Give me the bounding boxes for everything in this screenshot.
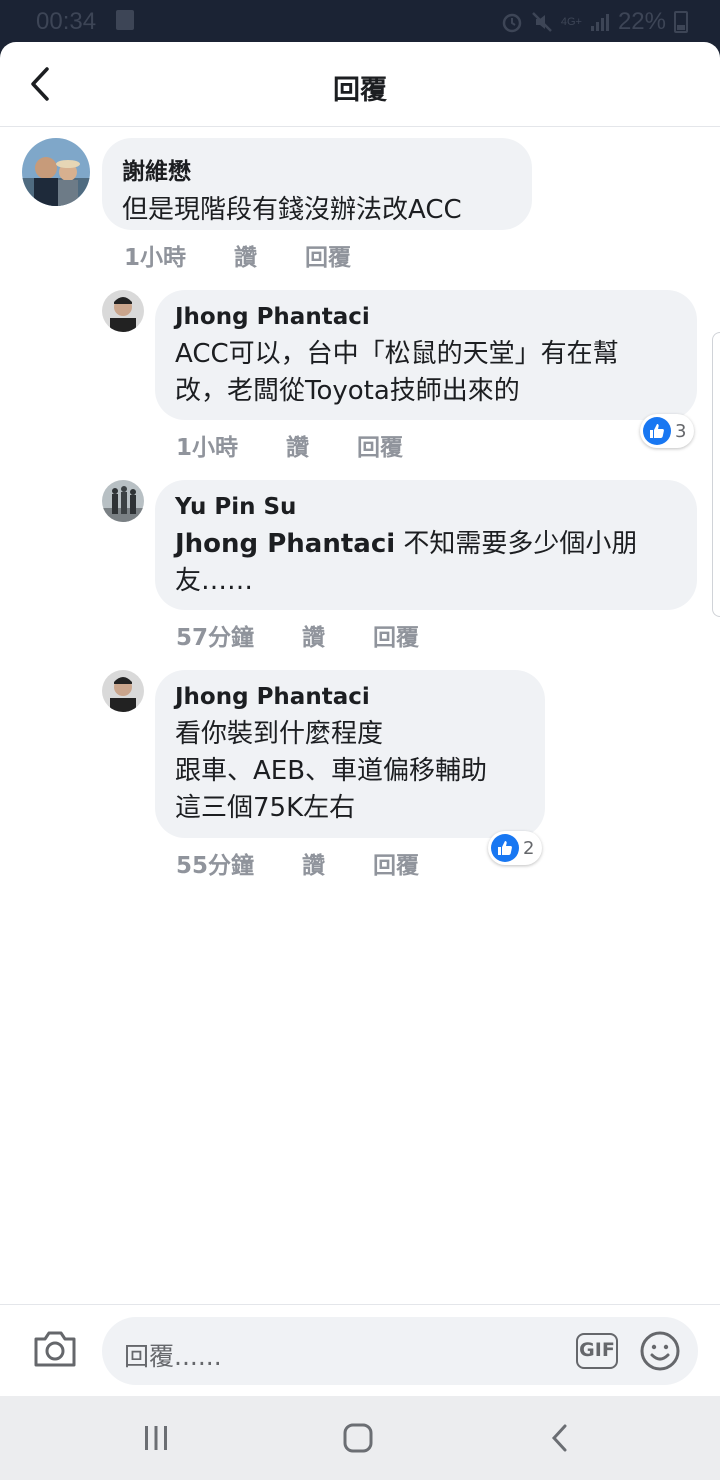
comment-time: 57分鐘 — [176, 625, 255, 651]
comment-author[interactable]: Yu Pin Su — [175, 494, 677, 520]
comment-text-line: 但是現階段有錢沒辦法改ACC — [122, 195, 462, 225]
back-icon — [551, 1424, 567, 1452]
comment-text-line: 跟車、AEB、車道偏移輔助 — [175, 756, 488, 786]
battery-percent: 22% — [617, 8, 666, 35]
replies-sheet: 回覆 謝維懋 但是現階段有錢沒辦法改ACC 1小時 讚 回覆 Jhong Pha… — [0, 42, 720, 1396]
comment-author[interactable]: Jhong Phantaci — [175, 304, 677, 330]
status-bar: 00:34 4G+ 22% — [0, 0, 720, 42]
camera-button[interactable] — [32, 1329, 80, 1371]
comment-bubble[interactable]: Jhong Phantaci 看你裝到什麼程度 跟車、AEB、車道偏移輔助 這三… — [155, 670, 545, 838]
home-icon — [343, 1423, 373, 1453]
avatar[interactable] — [102, 290, 144, 332]
like-button[interactable]: 讚 — [286, 428, 309, 462]
comment-bubble[interactable]: Yu Pin Su Jhong Phantaci 不知需要多少個小朋 友…… — [155, 480, 697, 610]
comment-time: 55分鐘 — [176, 853, 255, 879]
header: 回覆 — [0, 42, 720, 127]
comment-meta: 1小時 讚 回覆 — [176, 428, 451, 462]
emoji-button[interactable] — [639, 1330, 681, 1372]
camera-icon — [34, 1331, 76, 1367]
alarm-icon — [502, 13, 522, 33]
reply-button[interactable]: 回覆 — [305, 238, 351, 272]
signal-icon — [590, 14, 609, 31]
like-button[interactable]: 讚 — [302, 618, 325, 652]
like-button[interactable]: 讚 — [234, 238, 257, 272]
mention-link[interactable]: Jhong Phantaci — [175, 529, 395, 559]
system-back-button[interactable] — [540, 1418, 580, 1458]
comment-time: 1小時 — [124, 245, 187, 271]
comment-bubble[interactable]: 謝維懋 但是現階段有錢沒辦法改ACC — [102, 138, 532, 230]
status-indicators: 4G+ 22% — [501, 8, 688, 36]
reaction-count: 3 — [675, 420, 687, 442]
gif-button[interactable]: GIF — [576, 1333, 618, 1369]
like-button[interactable]: 讚 — [302, 846, 325, 880]
comment-author[interactable]: 謝維懋 — [122, 152, 512, 186]
avatar[interactable] — [102, 670, 144, 712]
comment-meta: 55分鐘 讚 回覆 — [176, 846, 467, 880]
thumbs-up-icon — [643, 417, 671, 445]
avatar[interactable] — [22, 138, 90, 206]
comment-text-line: 改，老闆從Toyota技師出來的 — [175, 376, 520, 406]
comment-time: 1小時 — [176, 435, 239, 461]
reaction-count: 2 — [523, 837, 535, 859]
comment-text-line: 友…… — [175, 566, 254, 596]
comment-text-line: 這三個75K左右 — [175, 793, 356, 823]
comment-text-segment: 不知需要多少個小朋 — [395, 529, 638, 559]
reply-input[interactable]: 回覆...... GIF — [102, 1317, 698, 1385]
reply-button[interactable]: 回覆 — [357, 428, 403, 462]
comment-text: 看你裝到什麼程度 跟車、AEB、車道偏移輔助 這三個75K左右 — [175, 716, 525, 827]
thumbs-up-icon — [491, 834, 519, 862]
comment-text-line: Jhong Phantaci 不知需要多少個小朋 — [175, 526, 677, 563]
comment-text: 但是現階段有錢沒辦法改ACC — [122, 192, 512, 229]
home-button[interactable] — [338, 1418, 378, 1458]
comment-text: ACC可以，台中「松鼠的天堂」有在幫 改，老闆從Toyota技師出來的 — [175, 336, 677, 410]
comment-text-line: 看你裝到什麼程度 — [175, 719, 384, 749]
reaction-badge[interactable]: 3 — [640, 414, 695, 448]
system-nav-bar — [0, 1396, 720, 1480]
status-time: 00:34 — [36, 8, 97, 35]
reply-button[interactable]: 回覆 — [373, 846, 419, 880]
avatar[interactable] — [102, 480, 144, 522]
comment-meta: 57分鐘 讚 回覆 — [176, 618, 467, 652]
comment-bubble[interactable]: Jhong Phantaci ACC可以，台中「松鼠的天堂」有在幫 改，老闆從T… — [155, 290, 697, 420]
reply-placeholder: 回覆...... — [124, 1342, 222, 1371]
recent-apps-icon — [145, 1426, 167, 1450]
comment-text: Jhong Phantaci 不知需要多少個小朋 友…… — [175, 526, 677, 600]
battery-icon — [674, 11, 688, 33]
reply-button[interactable]: 回覆 — [373, 618, 419, 652]
recent-apps-button[interactable] — [136, 1418, 176, 1458]
notification-icon — [116, 10, 134, 30]
comment-author[interactable]: Jhong Phantaci — [175, 684, 525, 710]
reaction-badge[interactable]: 2 — [488, 831, 543, 865]
scroll-indicator[interactable] — [712, 332, 720, 617]
comment-text-line: ACC可以，台中「松鼠的天堂」有在幫 — [175, 339, 619, 369]
comment-meta: 1小時 讚 回覆 — [124, 238, 399, 272]
reply-composer: 回覆...... GIF — [0, 1304, 720, 1396]
network-type: 4G+ — [560, 16, 582, 28]
mute-icon — [531, 12, 552, 32]
emoji-icon — [640, 1331, 680, 1371]
page-title: 回覆 — [333, 75, 387, 106]
